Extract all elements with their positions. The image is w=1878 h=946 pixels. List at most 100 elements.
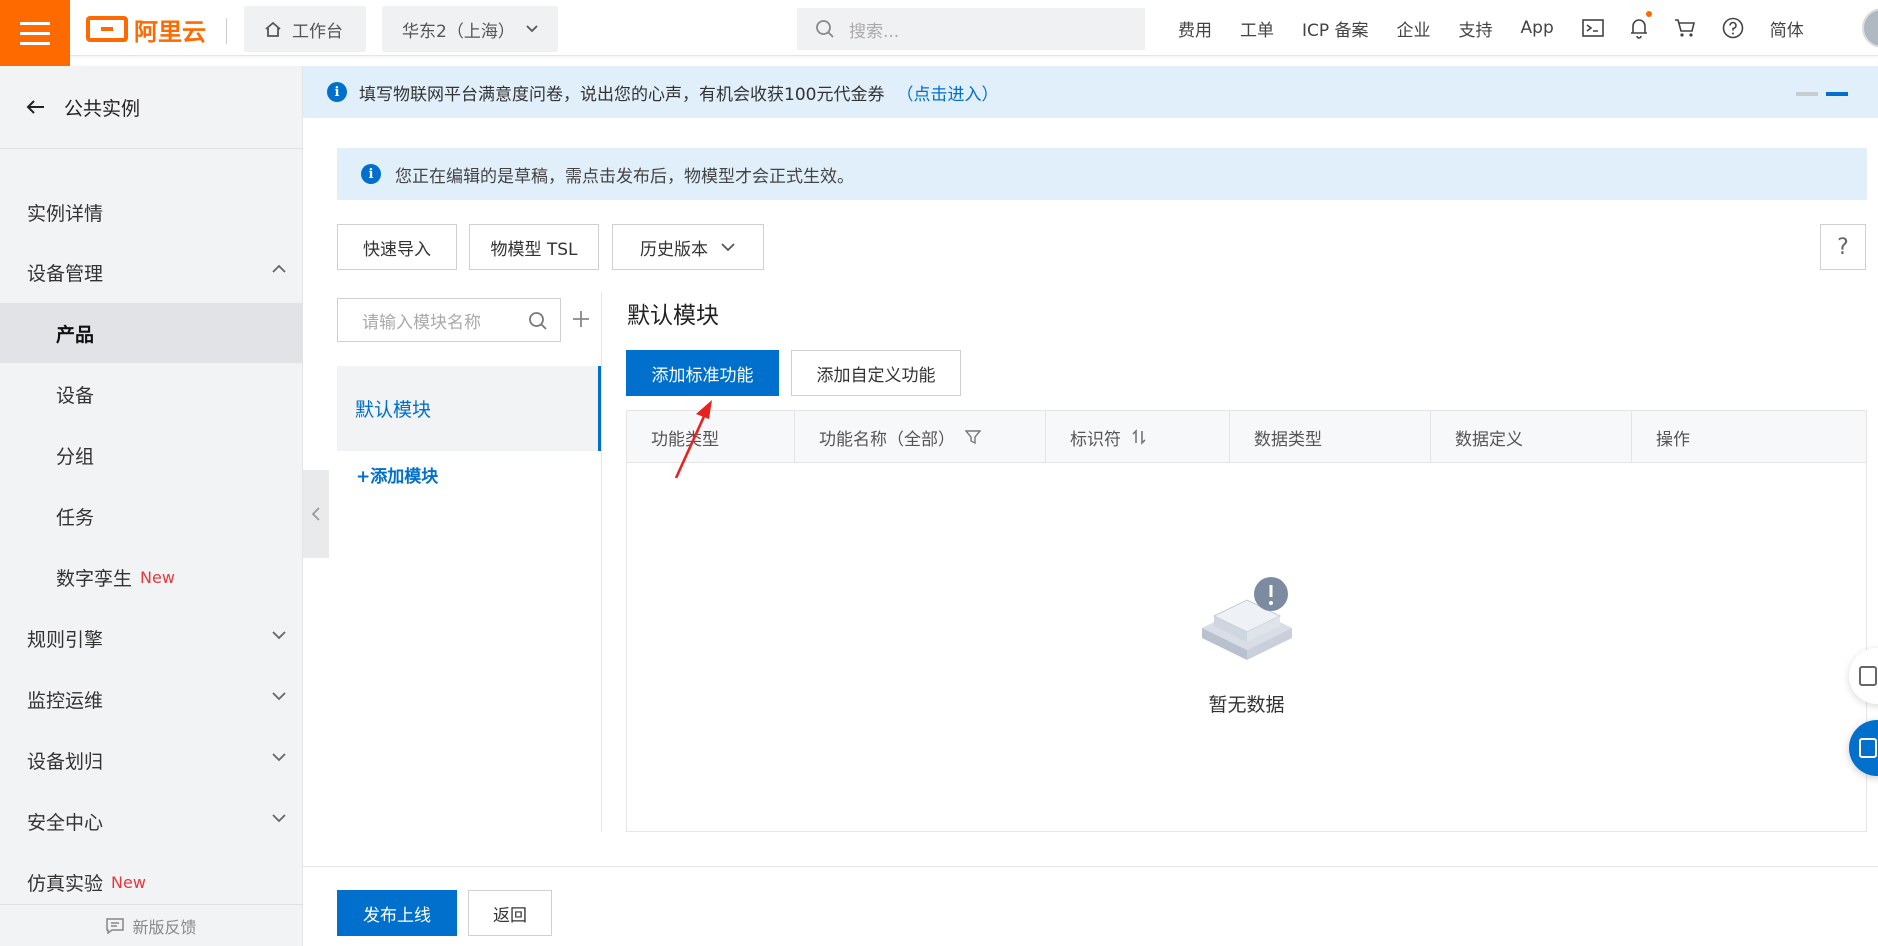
add-custom-label: 添加自定义功能: [816, 365, 936, 386]
sidebar-item-security-center[interactable]: 安全中心: [0, 791, 303, 851]
sidebar-item-instance-detail[interactable]: 实例详情: [0, 182, 303, 242]
nav-enterprise[interactable]: 企业: [1397, 16, 1431, 41]
sidebar-title: 公共实例: [64, 97, 141, 120]
divider: [226, 18, 227, 44]
sort-icon[interactable]: [1131, 429, 1147, 445]
column-identifier[interactable]: 标识符: [1046, 411, 1230, 463]
plus-icon[interactable]: [571, 304, 591, 334]
feature-table: 功能类型 功能名称（全部） 标识符 数据类型 数据定义 操作 暂无数据: [626, 410, 1867, 832]
aliyun-logo-mark-icon: [86, 16, 128, 42]
chevron-down-icon: [526, 25, 538, 33]
info-icon: i: [361, 164, 381, 184]
column-feature-name[interactable]: 功能名称（全部）: [795, 411, 1046, 463]
add-module-link[interactable]: +添加模块: [356, 462, 438, 487]
sidebar-item-monitoring[interactable]: 监控运维: [0, 669, 303, 729]
sidebar-item-label: 任务: [56, 506, 95, 529]
search-icon: [529, 312, 547, 330]
sidebar-item-device-assignment[interactable]: 设备划归: [0, 730, 303, 790]
module-item-label: 默认模块: [355, 399, 432, 421]
language-switch[interactable]: 简体: [1770, 16, 1804, 41]
terminal-icon[interactable]: [1581, 19, 1604, 37]
aliyun-logo[interactable]: 阿里云: [86, 12, 206, 46]
banner-text: 填写物联网平台满意度问卷，说出您的心声，有机会收获100元代金券: [359, 84, 885, 105]
column-label: 操作: [1656, 429, 1690, 450]
global-search-input[interactable]: 搜索...: [797, 8, 1145, 50]
empty-text: 暂无数据: [1208, 694, 1285, 716]
top-nav: 费用 工单 ICP 备案 企业 支持 App 简体: [1178, 0, 1832, 56]
back-label: 返回: [493, 905, 527, 926]
chevron-left-icon: [311, 507, 320, 521]
back-button[interactable]: 返回: [468, 890, 552, 936]
sidebar-item-product[interactable]: 产品: [0, 303, 303, 363]
notification-dot: [1645, 11, 1652, 17]
bell-icon[interactable]: [1630, 11, 1652, 39]
publish-button[interactable]: 发布上线: [337, 890, 457, 936]
divider: [0, 148, 303, 149]
workbench-label: 工作台: [292, 21, 343, 42]
filter-icon[interactable]: [965, 429, 981, 445]
sidebar-item-label: 设备划归: [27, 750, 104, 773]
module-item-default[interactable]: 默认模块: [337, 366, 601, 451]
sidebar-item-task[interactable]: 任务: [0, 486, 303, 546]
sidebar-collapse-toggle[interactable]: [303, 470, 329, 558]
new-badge: New: [111, 872, 146, 892]
survey-banner: i 填写物联网平台满意度问卷，说出您的心声，有机会收获100元代金券 （点击进入…: [303, 66, 1878, 118]
arrow-left-icon: [26, 100, 44, 114]
back-to-instances[interactable]: 公共实例: [26, 92, 140, 122]
module-search-input[interactable]: 请输入模块名称: [337, 298, 561, 342]
sidebar-item-group[interactable]: 分组: [0, 425, 303, 485]
sidebar-item-label: 实例详情: [27, 202, 104, 225]
sidebar-item-rule-engine[interactable]: 规则引擎: [0, 608, 303, 668]
sidebar-item-label: 设备: [56, 384, 95, 407]
nav-tickets[interactable]: 工单: [1240, 16, 1274, 41]
feedback-link[interactable]: 新版反馈: [0, 904, 303, 946]
feedback-icon: [106, 917, 125, 934]
column-label: 功能名称（全部）: [819, 429, 955, 450]
annotation-arrow-icon: [674, 400, 712, 479]
empty-state: 暂无数据: [627, 576, 1866, 717]
logo-text: 阿里云: [134, 17, 206, 46]
region-label: 华东2（上海）: [402, 21, 515, 42]
pager-dot-active[interactable]: [1826, 92, 1848, 96]
pager-dot[interactable]: [1796, 92, 1818, 96]
add-custom-feature-button[interactable]: 添加自定义功能: [791, 350, 961, 396]
quick-import-label: 快速导入: [363, 239, 431, 260]
publish-label: 发布上线: [363, 905, 431, 926]
hamburger-menu-icon[interactable]: [0, 0, 70, 66]
cart-icon[interactable]: [1674, 18, 1696, 38]
empty-data-icon: [1201, 577, 1292, 660]
sidebar-item-device-management[interactable]: 设备管理: [0, 242, 303, 302]
nav-support[interactable]: 支持: [1459, 16, 1493, 41]
search-icon: [816, 20, 834, 38]
help-button[interactable]: ?: [1820, 224, 1866, 270]
banner-pager: [1796, 92, 1848, 96]
workbench-button[interactable]: 工作台: [244, 6, 366, 52]
tsl-button[interactable]: 物模型 TSL: [469, 224, 599, 270]
sidebar-item-label: 规则引擎: [27, 628, 104, 651]
draft-notice: i 您正在编辑的是草稿，需点击发布后，物模型才会正式生效。: [337, 148, 1867, 200]
chevron-up-icon: [272, 264, 286, 273]
chevron-down-icon: [272, 692, 286, 701]
chevron-down-icon: [272, 631, 286, 640]
sidebar-item-label: 数字孪生: [56, 567, 133, 590]
history-version-dropdown[interactable]: 历史版本: [612, 224, 764, 270]
add-standard-feature-button[interactable]: 添加标准功能: [626, 350, 779, 396]
nav-icp[interactable]: ICP 备案: [1302, 16, 1369, 41]
column-data-definition: 数据定义: [1431, 411, 1632, 463]
region-select[interactable]: 华东2（上海）: [382, 6, 558, 52]
nav-fees[interactable]: 费用: [1178, 16, 1212, 41]
sidebar-item-label: 设备管理: [27, 262, 104, 285]
feedback-label: 新版反馈: [132, 917, 197, 937]
sidebar-item-device[interactable]: 设备: [0, 364, 303, 424]
nav-app[interactable]: App: [1521, 18, 1554, 38]
draft-notice-text: 您正在编辑的是草稿，需点击发布后，物模型才会正式生效。: [395, 166, 854, 187]
help-circle-icon[interactable]: [1722, 17, 1744, 39]
quick-import-button[interactable]: 快速导入: [337, 224, 457, 270]
home-icon: [265, 21, 281, 37]
banner-link[interactable]: （点击进入）: [896, 80, 998, 105]
chevron-down-icon: [272, 814, 286, 823]
chevron-down-icon: [272, 753, 286, 762]
module-search-placeholder: 请输入模块名称: [362, 312, 481, 333]
sidebar-item-digital-twin[interactable]: 数字孪生 New: [0, 547, 303, 607]
sidebar-item-simulation[interactable]: 仿真实验 New: [0, 852, 303, 912]
